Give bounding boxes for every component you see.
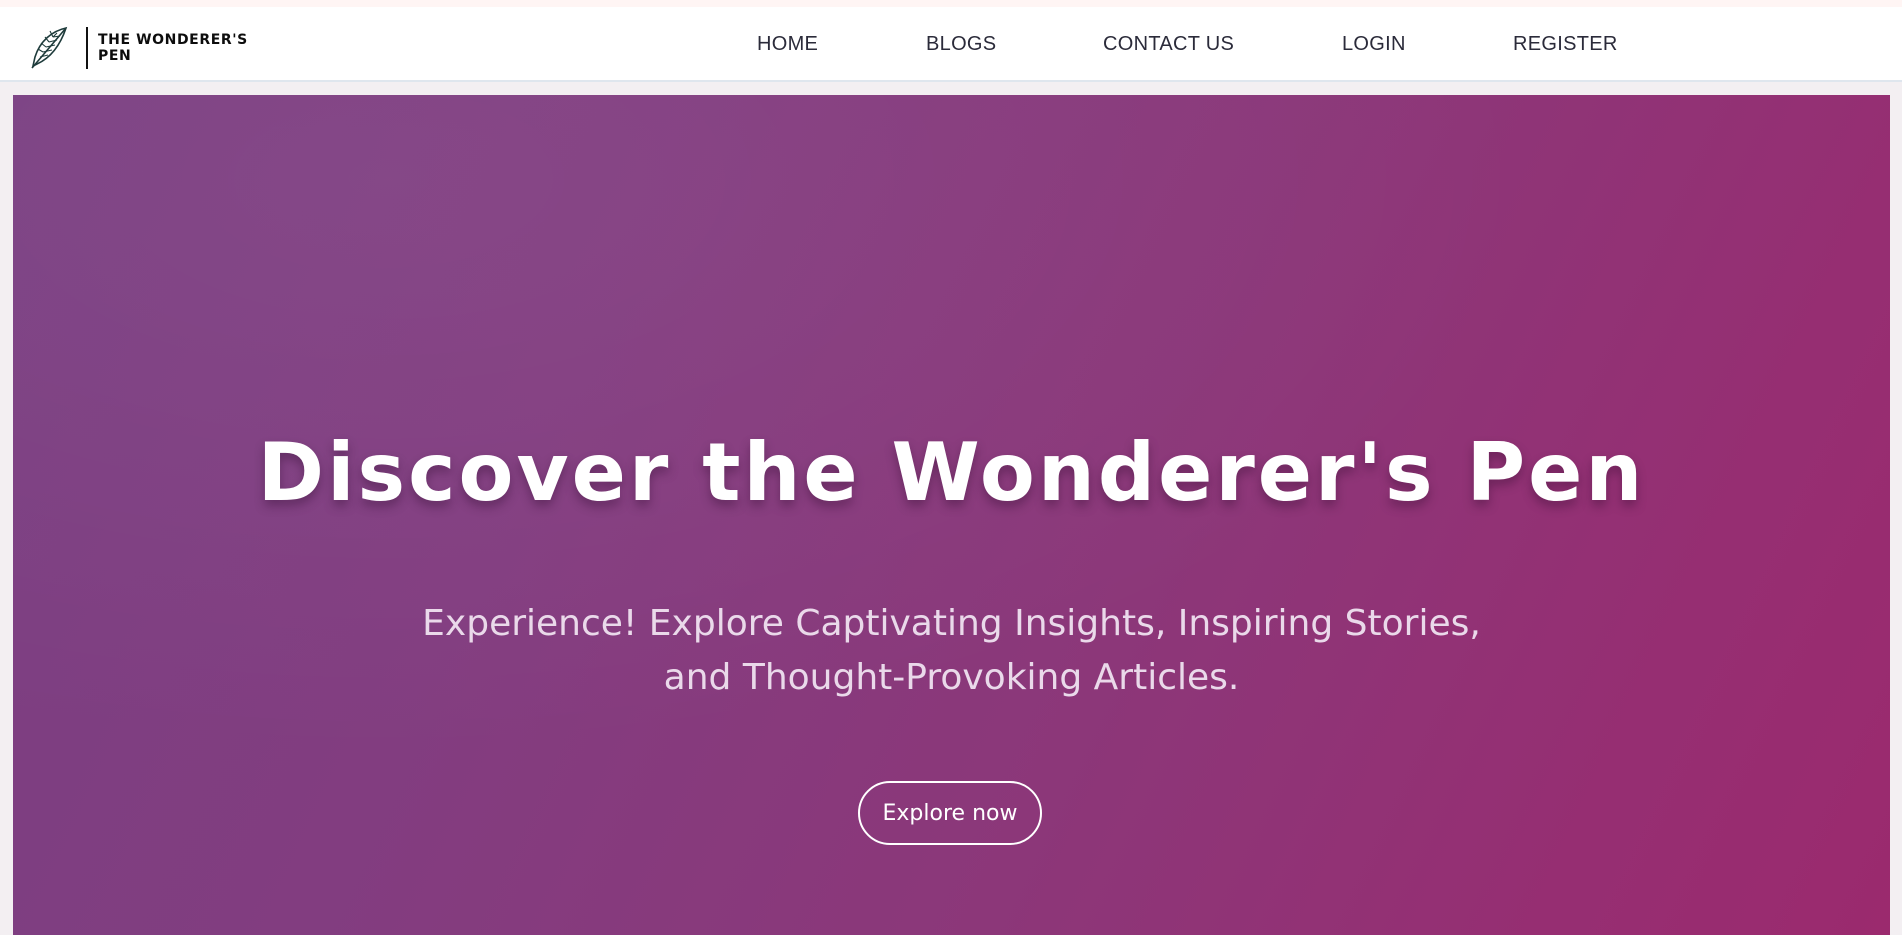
hero-subtitle: Experience! Explore Captivating Insights… — [13, 597, 1890, 705]
nav-register[interactable]: REGISTER — [1513, 33, 1618, 56]
nav-blogs[interactable]: BLOGS — [926, 33, 996, 56]
hero-banner: Discover the Wonderer's Pen Experience! … — [13, 95, 1890, 935]
nav-login[interactable]: LOGIN — [1342, 33, 1406, 56]
hero-subtitle-line1: Experience! Explore Captivating Insights… — [422, 603, 1481, 644]
hero-title: Discover the Wonderer's Pen — [257, 426, 1646, 519]
hero-subtitle-line2: and Thought-Provoking Articles. — [663, 657, 1240, 698]
nav-home[interactable]: HOME — [757, 33, 818, 56]
main-nav: HOME BLOGS CONTACT US LOGIN REGISTER — [0, 7, 1902, 82]
page-edge — [1890, 95, 1902, 935]
nav-contact-us[interactable]: CONTACT US — [1103, 33, 1234, 56]
explore-now-button[interactable]: Explore now — [858, 781, 1042, 845]
